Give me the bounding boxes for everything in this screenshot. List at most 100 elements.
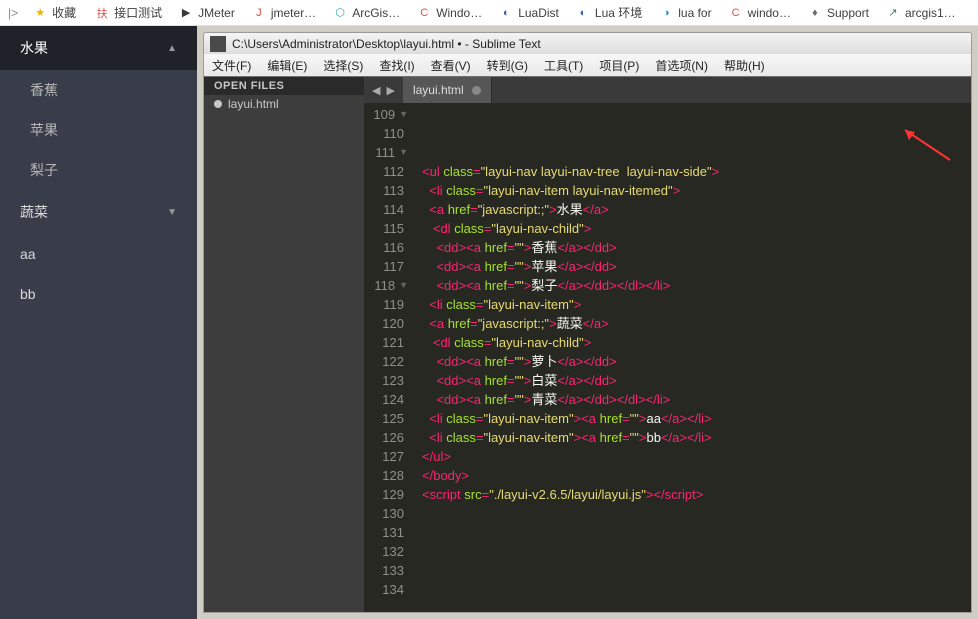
code-line[interactable]: <dd><a href="">青菜</a></dd></dl></li> — [422, 390, 965, 409]
bookmark-items: 扶接口测试▶JMeterJjmeter…⬡ArcGis…CWindo…◐LuaD… — [86, 2, 974, 23]
nav-item-fruit[interactable]: 水果 ▲ — [0, 26, 197, 70]
line-number: 118▼ — [366, 276, 408, 295]
line-number: 112 — [366, 162, 408, 181]
bookmark-item[interactable]: ◐Lua 环境 — [567, 2, 650, 23]
menu-bar: 文件(F)编辑(E)选择(S)查找(I)查看(V)转到(G)工具(T)项目(P)… — [203, 54, 972, 76]
bookmark-icon: ↗ — [885, 5, 901, 21]
code-line[interactable] — [422, 504, 965, 523]
bookmark-label: 收藏 — [52, 4, 76, 21]
code-line[interactable] — [422, 580, 965, 599]
code-line[interactable]: <a href="javascript:;">水果</a> — [422, 200, 965, 219]
bookmark-item[interactable]: CWindo… — [408, 2, 490, 23]
sidebar-file-layui[interactable]: layui.html — [204, 95, 364, 113]
code-line[interactable]: <li class="layui-nav-item layui-nav-item… — [422, 181, 965, 200]
bookmarks-separator-icon: |> — [4, 6, 22, 20]
code-line[interactable]: <dd><a href="">萝卜</a></dd> — [422, 352, 965, 371]
code-line[interactable] — [422, 523, 965, 542]
line-number: 109▼ — [366, 105, 408, 124]
bookmark-item[interactable]: ◐ LuaDist — [490, 2, 567, 23]
dirty-dot-icon — [472, 86, 481, 95]
nav-child-pear[interactable]: 梨子 — [0, 150, 197, 190]
code-line[interactable]: <li class="layui-nav-item"><a href="">aa… — [422, 409, 965, 428]
line-number: 129 — [366, 485, 408, 504]
bookmark-item[interactable]: ⬡ArcGis… — [324, 2, 408, 23]
menu-item[interactable]: 转到(G) — [479, 55, 536, 76]
tab-layui[interactable]: layui.html — [403, 77, 492, 103]
code-line[interactable]: <ul class="layui-nav layui-nav-tree layu… — [422, 162, 965, 181]
code-line[interactable]: <script src="./layui-v2.6.5/layui/layui.… — [422, 485, 965, 504]
nav-label: 水果 — [20, 38, 48, 58]
menu-item[interactable]: 项目(P) — [591, 55, 647, 76]
bookmark-icon: J — [251, 5, 267, 21]
code-line[interactable]: </ul> — [422, 447, 965, 466]
tab-next-icon[interactable]: ▶ — [384, 84, 396, 97]
bookmark-label: Lua 环境 — [595, 4, 642, 21]
annotation-arrow-icon — [895, 125, 955, 165]
nav-item-vegetable[interactable]: 蔬菜 ▼ — [0, 190, 197, 234]
bookmark-item[interactable]: Cwindo… — [720, 2, 799, 23]
menu-item[interactable]: 选择(S) — [315, 55, 371, 76]
code-line[interactable]: <dd><a href="">香蕉</a></dd> — [422, 238, 965, 257]
menu-item[interactable]: 查找(I) — [371, 55, 422, 76]
editor-pane: ◀ ▶ layui.html 109▼110 111▼112 113 114 1… — [364, 77, 971, 612]
code-line[interactable]: <li class="layui-nav-item"> — [422, 295, 965, 314]
code-line[interactable]: <dd><a href="">白菜</a></dd> — [422, 371, 965, 390]
menu-item[interactable]: 文件(F) — [204, 55, 259, 76]
line-number: 110 — [366, 124, 408, 143]
code-line[interactable]: </body> — [422, 466, 965, 485]
menu-item[interactable]: 查看(V) — [423, 55, 479, 76]
bookmark-label: ArcGis… — [352, 6, 400, 20]
bookmark-item[interactable]: Jjmeter… — [243, 2, 324, 23]
line-number: 124 — [366, 390, 408, 409]
tab-bar: ◀ ▶ layui.html — [364, 77, 971, 103]
nav-child-banana[interactable]: 香蕉 — [0, 70, 197, 110]
bookmark-icon: ◐ — [575, 5, 591, 21]
line-number: 120 — [366, 314, 408, 333]
chevron-down-icon: ▼ — [167, 207, 177, 218]
chevron-up-icon: ▲ — [167, 43, 177, 54]
bookmark-icon: ◐ — [498, 5, 514, 21]
sidebar-open-files-header: OPEN FILES — [204, 77, 364, 95]
code-area[interactable]: 109▼110 111▼112 113 114 115 116 117 118▼… — [364, 103, 971, 612]
nav-child-apple[interactable]: 苹果 — [0, 110, 197, 150]
bookmark-favorites[interactable]: ★ 收藏 — [24, 2, 84, 23]
window-title: C:\Users\Administrator\Desktop\layui.htm… — [232, 37, 541, 51]
code-line[interactable] — [422, 599, 965, 612]
bookmark-label: 接口测试 — [114, 4, 162, 21]
code-line[interactable]: <dl class="layui-nav-child"> — [422, 219, 965, 238]
line-number: 133 — [366, 561, 408, 580]
code-line[interactable] — [422, 561, 965, 580]
bookmark-item[interactable]: ♦Support — [799, 2, 877, 23]
code-line[interactable] — [422, 542, 965, 561]
bookmark-item[interactable]: ◑lua for — [650, 2, 719, 23]
line-number: 116 — [366, 238, 408, 257]
bookmark-icon: 扶 — [94, 5, 110, 21]
bookmark-label: Windo… — [436, 6, 482, 20]
bookmark-label: LuaDist — [518, 6, 559, 20]
nav-item-aa[interactable]: aa — [0, 234, 197, 274]
code-line[interactable]: <dd><a href="">梨子</a></dd></dl></li> — [422, 276, 965, 295]
bookmark-item[interactable]: ↗arcgis1… — [877, 2, 964, 23]
code-line[interactable]: <li class="layui-nav-item"><a href="">bb… — [422, 428, 965, 447]
line-number: 131 — [366, 523, 408, 542]
sublime-window: C:\Users\Administrator\Desktop\layui.htm… — [197, 26, 978, 619]
menu-item[interactable]: 首选项(N) — [647, 55, 716, 76]
code-line[interactable]: <dd><a href="">苹果</a></dd> — [422, 257, 965, 276]
tab-prev-icon[interactable]: ◀ — [370, 84, 382, 97]
line-number: 119 — [366, 295, 408, 314]
menu-item[interactable]: 帮助(H) — [716, 55, 773, 76]
bookmark-item[interactable]: ▶JMeter — [170, 2, 243, 23]
bookmark-label: jmeter… — [271, 6, 316, 20]
bookmark-label: Support — [827, 6, 869, 20]
menu-item[interactable]: 工具(T) — [536, 55, 591, 76]
menu-item[interactable]: 编辑(E) — [259, 55, 315, 76]
code-line[interactable]: <dl class="layui-nav-child"> — [422, 333, 965, 352]
code-lines[interactable]: <ul class="layui-nav layui-nav-tree layu… — [416, 103, 971, 612]
bookmark-item[interactable]: 扶接口测试 — [86, 2, 170, 23]
code-line[interactable]: <a href="javascript:;">蔬菜</a> — [422, 314, 965, 333]
bookmark-label: windo… — [748, 6, 791, 20]
bookmark-icon: C — [728, 5, 744, 21]
window-title-bar[interactable]: C:\Users\Administrator\Desktop\layui.htm… — [203, 32, 972, 54]
nav-item-bb[interactable]: bb — [0, 274, 197, 314]
line-number: 130 — [366, 504, 408, 523]
